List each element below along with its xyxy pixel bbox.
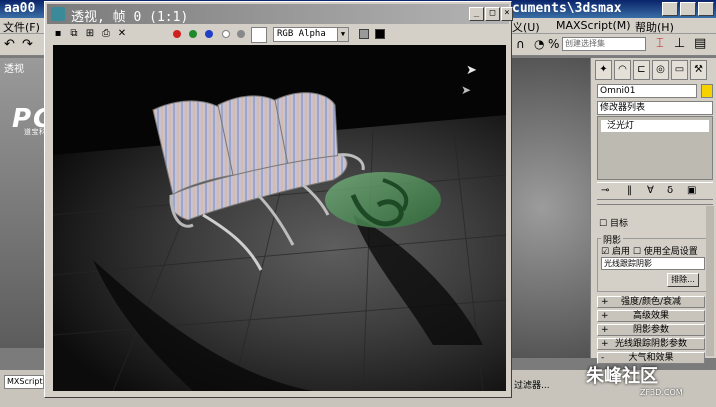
create-tab-icon[interactable]: ✦ xyxy=(595,60,612,80)
modifier-list-dropdown[interactable]: 修改器列表 xyxy=(597,101,713,115)
angle-snap-icon[interactable]: ◔ xyxy=(534,37,544,51)
render-scene xyxy=(53,45,506,391)
clear-icon[interactable]: ✕ xyxy=(115,27,129,41)
menu-customize[interactable]: 义(U) xyxy=(512,19,540,35)
command-panel-tabs: ✦ ◠ ⊏ ◎ ▭ ⚒ xyxy=(595,60,713,82)
clone-icon[interactable]: ⊞ xyxy=(83,27,97,41)
close-button[interactable] xyxy=(698,2,714,16)
target-checkbox[interactable]: ☐ xyxy=(599,219,610,229)
blue-channel-icon[interactable] xyxy=(205,30,213,38)
maxscript-listener[interactable]: MXScript xyxy=(4,375,44,389)
make-unique-icon[interactable]: ∀ xyxy=(647,185,654,196)
main-title-left: aa00 xyxy=(4,1,36,16)
render-window-title: 透视, 帧 0 (1:1) xyxy=(71,10,189,25)
watermark-subtext: ZF3D.COM xyxy=(640,388,683,397)
target-checkbox-row[interactable]: ☐ 目标 xyxy=(599,216,628,229)
red-channel-icon[interactable] xyxy=(173,30,181,38)
filter-dropdown[interactable]: 过滤器... xyxy=(514,378,550,391)
pin-stack-icon[interactable]: ⊸ xyxy=(601,185,609,196)
divider xyxy=(597,204,713,205)
green-channel-icon[interactable] xyxy=(189,30,197,38)
app-root: aa00 cuments\3dsmax 文件(F) 义(U) MAXScript… xyxy=(0,0,716,407)
menu-maxscript[interactable]: MAXScript(M) xyxy=(556,19,631,32)
maximize-button[interactable] xyxy=(680,2,696,16)
menu-file[interactable]: 文件(F) xyxy=(3,19,40,35)
rollout-raytrace-shadow-params[interactable]: + 光线跟踪阴影参数 xyxy=(597,338,705,350)
shadow-enabled-label: 启用 xyxy=(611,247,630,257)
render-maximize-button[interactable]: □ xyxy=(485,7,500,21)
rendered-frame-window: 透视, 帧 0 (1:1) _ □ × ▪ ⧉ ⊞ ⎙ ✕ RGB Alpha … xyxy=(44,1,513,398)
shadow-checkbox-row: ☑ 启用 ☐ 使用全局设置 xyxy=(601,244,698,257)
rollout-shadow-params[interactable]: + 阴影参数 xyxy=(597,324,705,336)
menu-help[interactable]: 帮助(H) xyxy=(635,19,674,35)
remove-modifier-icon[interactable]: ẟ xyxy=(667,185,673,196)
rollout-advanced-effects[interactable]: + 高级效果 xyxy=(597,310,705,322)
use-global-checkbox[interactable]: ☐ xyxy=(633,247,644,257)
left-viewport[interactable]: 透视 xyxy=(0,58,44,348)
glass-table xyxy=(325,172,441,228)
main-window-buttons xyxy=(662,2,714,16)
right-viewport[interactable] xyxy=(510,58,590,358)
percent-snap-icon[interactable]: % xyxy=(548,37,559,51)
motion-tab-icon[interactable]: ◎ xyxy=(652,60,669,80)
gray-swatch[interactable] xyxy=(359,29,369,39)
render-close-button[interactable]: × xyxy=(501,7,513,21)
command-panel-scrollbar[interactable] xyxy=(706,206,714,356)
save-icon[interactable]: ▪ xyxy=(51,27,65,41)
show-end-result-icon[interactable]: ‖ xyxy=(627,185,632,196)
render-window-titlebar[interactable]: 透视, 帧 0 (1:1) _ □ × xyxy=(47,4,513,25)
layer-icon[interactable]: ▤ xyxy=(694,36,706,51)
hierarchy-tab-icon[interactable]: ⊏ xyxy=(633,60,650,80)
shadow-enabled-checkbox[interactable]: ☑ xyxy=(601,247,612,257)
black-swatch[interactable] xyxy=(375,29,385,39)
shadow-type-dropdown[interactable]: 光线跟踪阴影 xyxy=(601,257,705,270)
redo-icon[interactable]: ↷ xyxy=(22,37,33,52)
mirror-icon[interactable]: ⌶ xyxy=(656,36,664,51)
configure-sets-icon[interactable]: ▣ xyxy=(687,185,696,196)
utilities-tab-icon[interactable]: ⚒ xyxy=(690,60,707,80)
rollout-intensity[interactable]: + 强度/颜色/衰减 xyxy=(597,296,705,308)
viewport-label[interactable]: 透视 xyxy=(4,60,24,75)
channel-select[interactable]: RGB Alpha ▼ xyxy=(273,27,349,42)
watermark-text: 朱峰社区 xyxy=(586,366,658,387)
mouse-cursor-icon: ➤ xyxy=(466,63,477,78)
mouse-cursor-shadow-icon: ➤ xyxy=(461,83,472,97)
swatch-box[interactable] xyxy=(251,27,267,43)
named-selection-set[interactable]: 创建选择集 xyxy=(562,37,646,51)
object-color-swatch[interactable] xyxy=(701,84,713,98)
undo-icon[interactable]: ↶ xyxy=(4,37,15,52)
rendered-image: ➤ ➤ xyxy=(53,45,506,391)
target-label: 目标 xyxy=(609,219,628,229)
use-global-label: 使用全局设置 xyxy=(643,247,698,257)
display-tab-icon[interactable]: ▭ xyxy=(671,60,688,80)
render-toolbar: ▪ ⧉ ⊞ ⎙ ✕ RGB Alpha ▼ xyxy=(47,25,509,45)
stack-tools: ⊸ ‖ ∀ ẟ ▣ xyxy=(597,182,713,200)
main-title-right: cuments\3dsmax xyxy=(512,1,622,16)
magnet-icon[interactable]: ∩ xyxy=(516,37,525,51)
exclude-button[interactable]: 排除... xyxy=(667,273,699,287)
mono-channel-icon[interactable] xyxy=(237,30,245,38)
render-minimize-button[interactable]: _ xyxy=(469,7,484,21)
app-icon xyxy=(51,7,65,21)
alpha-channel-icon[interactable] xyxy=(222,30,230,38)
modify-tab-icon[interactable]: ◠ xyxy=(614,60,631,80)
chevron-down-icon[interactable]: ▼ xyxy=(337,28,348,41)
command-panel: ✦ ◠ ⊏ ◎ ▭ ⚒ Omni01 修改器列表 泛光灯 ⊸ ‖ ∀ ẟ ▣ ☐… xyxy=(590,58,716,364)
copy-icon[interactable]: ⧉ xyxy=(67,27,81,41)
minimize-button[interactable] xyxy=(662,2,678,16)
channel-select-value: RGB Alpha xyxy=(277,29,326,39)
stack-item-omni[interactable]: 泛光灯 xyxy=(601,120,709,132)
print-icon[interactable]: ⎙ xyxy=(99,27,113,41)
align-icon[interactable]: ⊥ xyxy=(674,36,685,51)
object-name-field[interactable]: Omni01 xyxy=(597,84,697,98)
